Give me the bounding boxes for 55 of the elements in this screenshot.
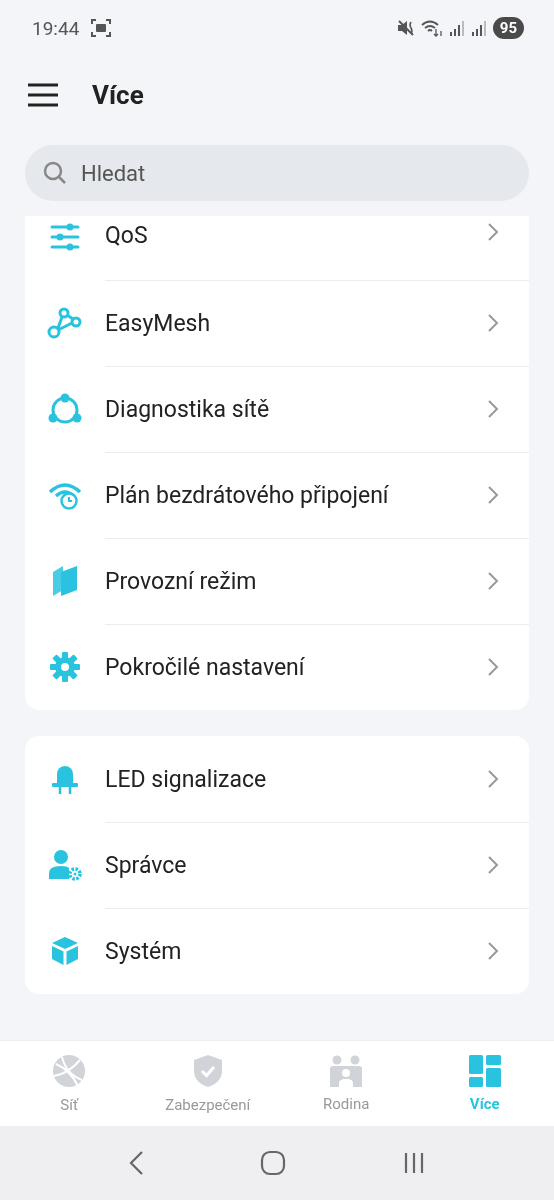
menu-item[interactable]: EasyMesh (25, 280, 529, 366)
menu-item-label: Provozní režim (105, 567, 258, 595)
mute-icon (396, 19, 415, 37)
chevron-right-icon (487, 485, 499, 505)
cube-icon (50, 935, 80, 967)
menu-item-label: Plán bezdrátového připojení (105, 481, 390, 509)
menu-item-label: LED signalizace (105, 765, 268, 793)
wifi-clock-icon (48, 480, 82, 510)
globe-icon (52, 1053, 87, 1088)
menu-item-label: Diagnostika sítě (105, 395, 271, 423)
led-icon (50, 763, 80, 795)
signal-icon (470, 20, 487, 36)
menu-item-label: EasyMesh (105, 309, 212, 337)
menu-item[interactable]: Správce (25, 822, 529, 908)
menu-item[interactable]: Pokročilé nastavení (25, 624, 529, 710)
menu-item[interactable]: QoS (25, 216, 529, 280)
family-icon (329, 1054, 364, 1087)
dashboard-grid-icon (468, 1054, 501, 1087)
menu-button[interactable] (28, 83, 58, 107)
menu-icon (28, 83, 58, 107)
sliders-icon (50, 222, 80, 252)
search-icon (43, 161, 67, 185)
shield-check-icon (192, 1053, 223, 1088)
menu-item[interactable]: Diagnostika sítě (25, 366, 529, 452)
menu-item-label: QoS (105, 222, 149, 249)
back-icon (128, 1150, 144, 1176)
recent-apps-icon (402, 1151, 426, 1175)
network-circle-icon (48, 393, 82, 425)
battery-level: 95 (492, 17, 524, 39)
chevron-right-icon (487, 657, 499, 677)
chevron-right-icon (487, 313, 499, 333)
menu-item-label: Správce (105, 851, 188, 879)
menu-item[interactable]: Provozní režim (25, 538, 529, 624)
chevron-right-icon (487, 222, 499, 242)
chevron-right-icon (487, 855, 499, 875)
signal-icon (448, 20, 465, 36)
chevron-right-icon (487, 941, 499, 961)
home-icon (260, 1150, 286, 1176)
chevron-right-icon (487, 399, 499, 419)
search-field[interactable]: Hledat (25, 145, 529, 201)
wifi-icon (420, 19, 443, 37)
menu-item[interactable]: Systém (25, 908, 529, 994)
screenshot-icon (91, 19, 112, 37)
mesh-nodes-icon (47, 306, 83, 340)
menu-item-label: Pokročilé nastavení (105, 653, 306, 681)
menu-item[interactable]: LED signalizace (25, 736, 529, 822)
page-title: Více (92, 80, 144, 110)
gear-icon (49, 651, 81, 683)
book-icon (51, 564, 79, 598)
user-gear-icon (48, 849, 82, 881)
menu-item[interactable]: Plán bezdrátového připojení (25, 452, 529, 538)
chevron-right-icon (487, 769, 499, 789)
menu-item-label: Systém (105, 937, 183, 965)
chevron-right-icon (487, 571, 499, 591)
clock-time: 19:44 (32, 16, 80, 40)
